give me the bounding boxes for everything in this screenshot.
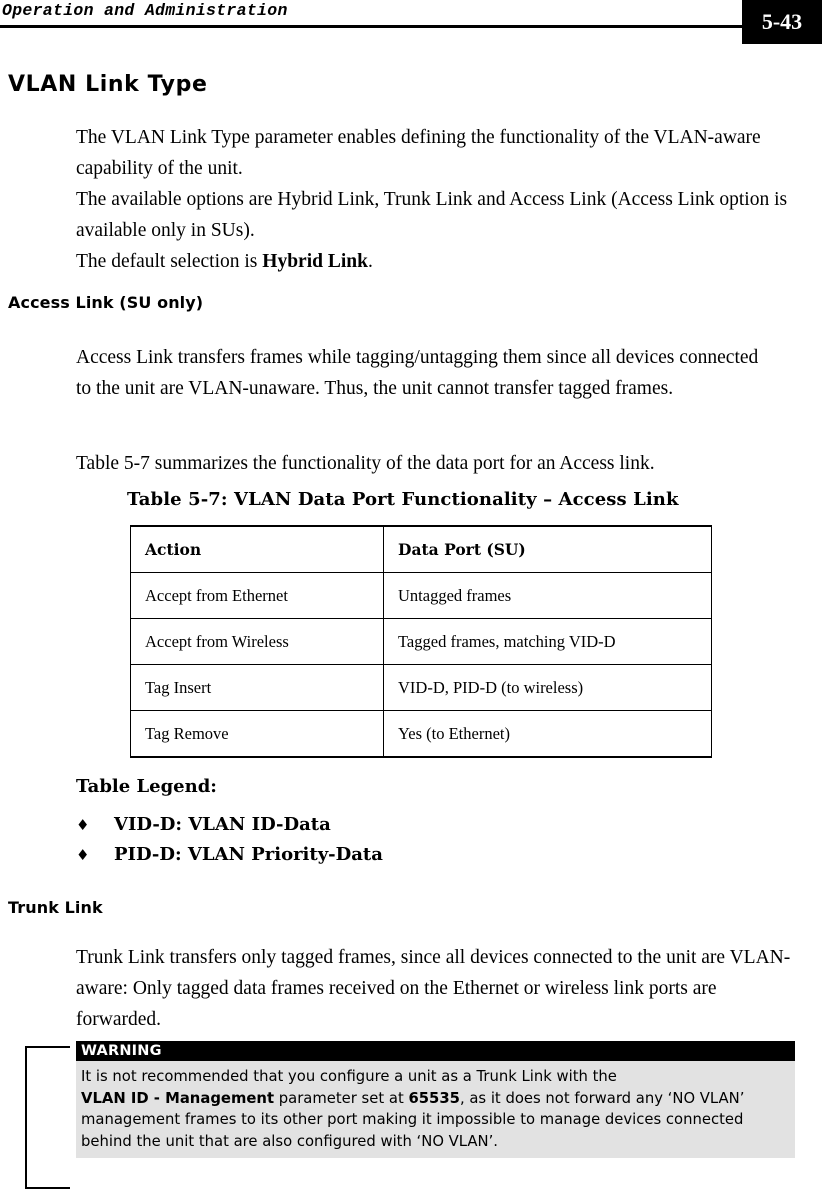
table-row: Tag Remove Yes (to Ethernet) <box>130 710 712 758</box>
warning-label: WARNING <box>76 1041 795 1061</box>
list-item: ♦ VID-D: VLAN ID-Data <box>76 810 676 840</box>
table-cell-data-port: Yes (to Ethernet) <box>383 710 712 758</box>
header-rule-divider <box>0 25 742 28</box>
legend-item-term: PID-D <box>114 844 175 865</box>
legend-item-separator: : <box>175 814 189 835</box>
warning-line-2-tail: , as it does not forward any ‘NO VLAN’ <box>459 1089 745 1107</box>
table-cell-data-port: Untagged frames <box>383 572 712 619</box>
intro-line-1: The VLAN Link Type parameter enables def… <box>76 127 761 179</box>
table-cell-action: Tag Insert <box>130 664 384 711</box>
table-column-header-action: Action <box>130 525 384 573</box>
legend-item-definition: VLAN ID-Data <box>188 814 331 835</box>
warning-line-3: management frames to its other port maki… <box>81 1111 744 1128</box>
table-row: Tag Insert VID-D, PID-D (to wireless) <box>130 664 712 711</box>
warning-bold-parameter: VLAN ID - Management <box>81 1089 275 1107</box>
access-link-paragraph: Access Link transfers frames while taggi… <box>76 347 759 399</box>
intro-line-3-suffix: . <box>367 251 373 272</box>
legend-item-term: VID-D <box>114 814 176 835</box>
table-reference-paragraph: Table 5-7 summarizes the functionality o… <box>76 453 655 474</box>
intro-line-3-bold: Hybrid Link <box>262 251 368 272</box>
table-cell-action: Accept from Wireless <box>130 618 384 665</box>
table-row: Accept from Ethernet Untagged frames <box>130 572 712 619</box>
warning-callout: WARNING It is not recommended that you c… <box>76 1041 795 1158</box>
running-header-title: Operation and Administration <box>2 1 288 20</box>
page-running-header: Operation and Administration 5-43 <box>0 0 822 46</box>
page-number-badge: 5-43 <box>742 0 822 44</box>
page-title: VLAN Link Type <box>8 72 208 97</box>
table-column-header-data-port: Data Port (SU) <box>383 525 712 573</box>
diamond-bullet-icon: ♦ <box>76 816 90 834</box>
legend-item-definition: VLAN Priority-Data <box>187 844 383 865</box>
table-header-row: Action Data Port (SU) <box>130 525 712 573</box>
table-legend-title: Table Legend: <box>76 776 217 797</box>
change-bar-bracket <box>25 1046 70 1189</box>
warning-line-2-mid: parameter set at <box>274 1089 409 1107</box>
table-row: Accept from Wireless Tagged frames, matc… <box>130 618 712 665</box>
list-item: ♦ PID-D: VLAN Priority-Data <box>76 840 676 870</box>
table-legend-list: ♦ VID-D: VLAN ID-Data ♦ PID-D: VLAN Priori… <box>76 810 676 870</box>
table-cell-action: Tag Remove <box>130 710 384 758</box>
table-caption: Table 5-7: VLAN Data Port Functionality … <box>127 489 679 510</box>
vlan-data-port-table: Action Data Port (SU) Accept from Ethern… <box>130 525 712 758</box>
access-link-paragraph-group: Access Link transfers frames while taggi… <box>76 342 776 404</box>
warning-line-4: behind the unit that are also configured… <box>81 1132 498 1150</box>
trunk-link-paragraph: Trunk Link transfers only tagged frames,… <box>76 947 791 1030</box>
intro-line-3: The default selection is Hybrid Link. <box>76 246 800 277</box>
intro-line-3-prefix: The default selection is <box>76 251 263 272</box>
table-cell-action: Accept from Ethernet <box>130 572 384 619</box>
trunk-link-paragraph-group: Trunk Link transfers only tagged frames,… <box>76 942 802 1035</box>
intro-line-2: The available options are Hybrid Link, T… <box>76 189 788 241</box>
intro-paragraph-group: The VLAN Link Type parameter enables def… <box>76 122 800 277</box>
table-cell-data-port: Tagged frames, matching VID-D <box>383 618 712 665</box>
heading-trunk-link: Trunk Link <box>8 898 103 917</box>
warning-bold-value: 65535 <box>408 1089 460 1107</box>
heading-access-link: Access Link (SU only) <box>8 293 204 312</box>
warning-line-1: It is not recommended that you configure… <box>81 1068 617 1085</box>
table-reference-paragraph-group: Table 5-7 summarizes the functionality o… <box>76 448 800 479</box>
legend-item-separator: : <box>174 844 188 865</box>
warning-body: It is not recommended that you configure… <box>76 1061 795 1158</box>
diamond-bullet-icon: ♦ <box>76 846 90 864</box>
page-number-text: 5-43 <box>761 9 803 34</box>
warning-line-2: VLAN ID - Management parameter set at 65… <box>81 1088 789 1110</box>
table-cell-data-port: VID-D, PID-D (to wireless) <box>383 664 712 711</box>
